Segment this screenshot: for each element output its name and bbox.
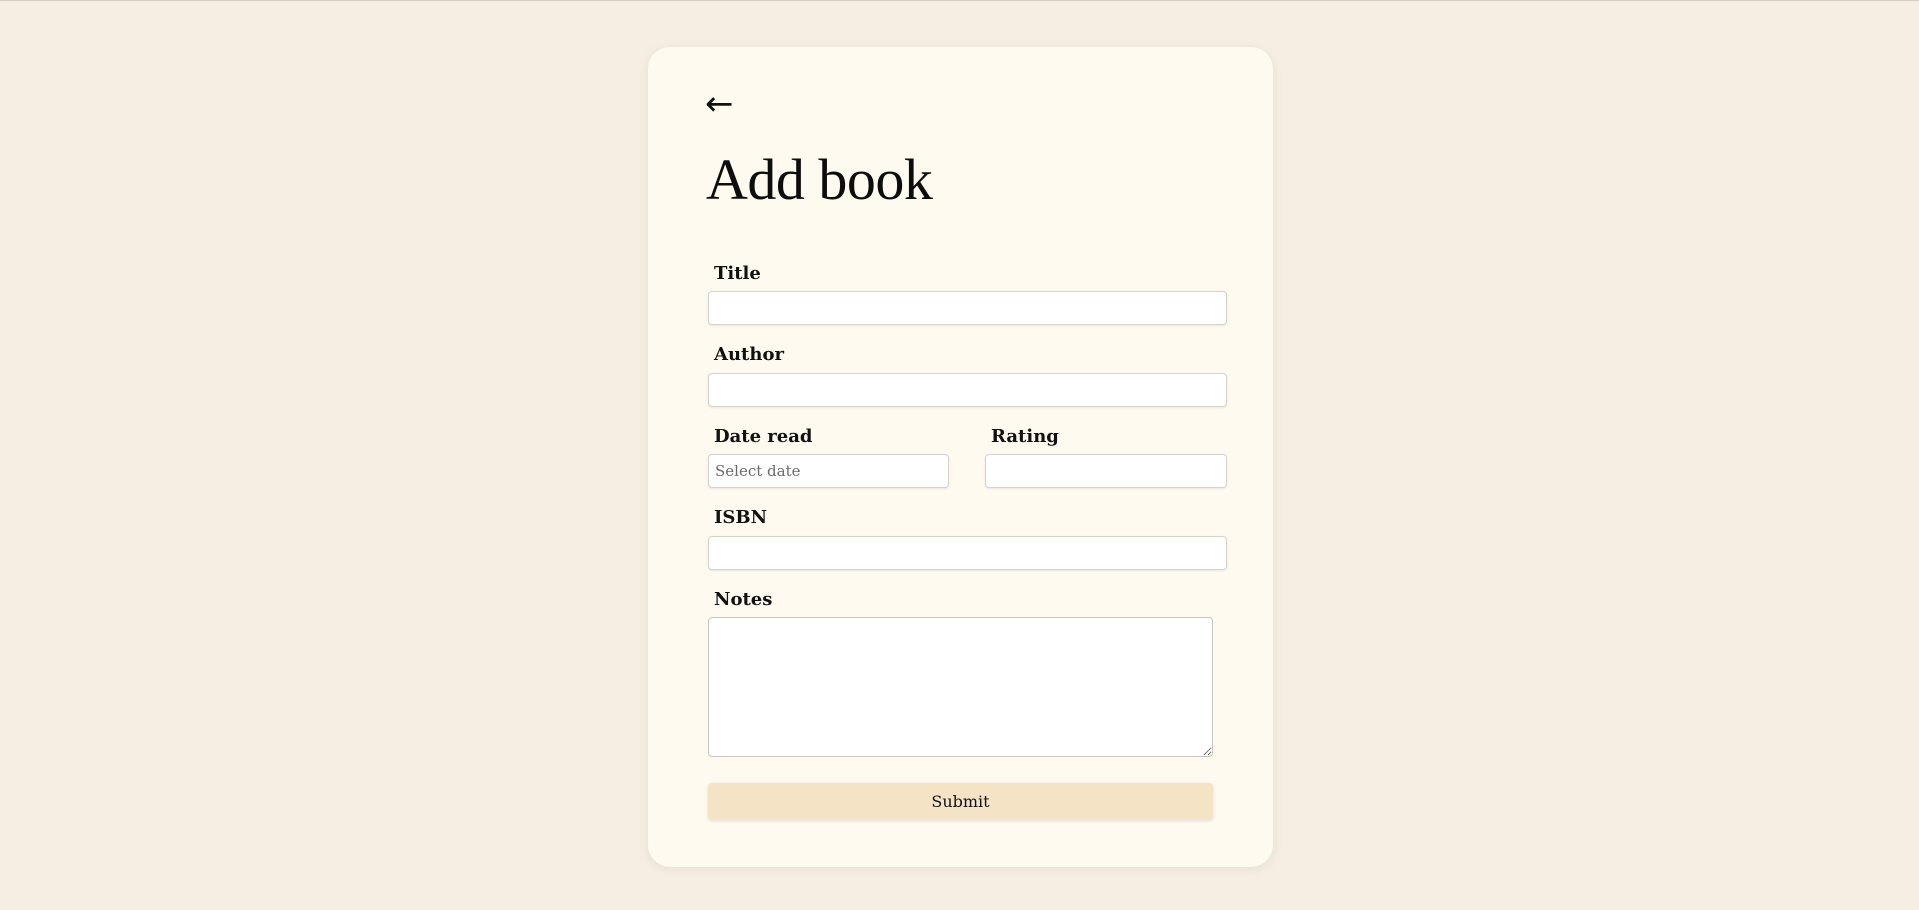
rating-input[interactable]	[985, 454, 1227, 488]
isbn-label: ISBN	[714, 507, 768, 528]
author-input[interactable]	[708, 373, 1227, 407]
top-divider	[0, 0, 1919, 1]
date-read-label: Date read	[714, 426, 813, 447]
page-title: Add book	[706, 147, 933, 212]
title-label: Title	[714, 263, 761, 284]
title-input[interactable]	[708, 291, 1227, 325]
isbn-input[interactable]	[708, 536, 1227, 570]
arrow-left-icon[interactable]: ←	[705, 87, 734, 121]
date-read-input[interactable]	[708, 454, 949, 488]
submit-button[interactable]: Submit	[708, 783, 1213, 820]
author-label: Author	[714, 344, 784, 365]
notes-textarea[interactable]	[708, 617, 1213, 757]
add-book-card: ← Add book Title Author Date read Rating…	[648, 47, 1273, 867]
notes-label: Notes	[714, 589, 773, 610]
rating-label: Rating	[991, 426, 1059, 447]
